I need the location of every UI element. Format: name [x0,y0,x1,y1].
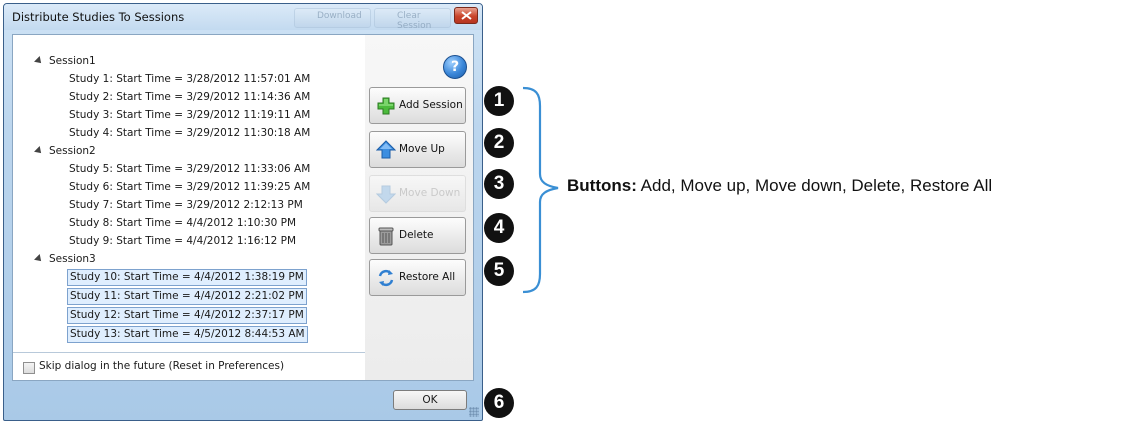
restore-all-button[interactable]: Restore All [369,259,466,296]
callout-badge-1: 1 [484,86,514,116]
callout-badge-4: 4 [484,213,514,243]
session-label: Session1 [49,55,96,67]
restore-all-label: Restore All [399,271,456,283]
study-label: Study 4: Start Time = 3/29/2012 11:30:18… [69,127,311,139]
add-session-button[interactable]: Add Session [369,87,466,124]
study-label: Study 10: Start Time = 4/4/2012 1:38:19 … [67,269,307,286]
study-label: Study 7: Start Time = 3/29/2012 2:12:13 … [69,199,303,211]
study-label: Study 11: Start Time = 4/4/2012 2:21:02 … [67,288,307,305]
clear-session-button-label: Clear Session [397,11,432,31]
callout-badge-3: 3 [484,169,514,199]
dialog-footer: Skip dialog in the future (Reset in Pref… [13,352,365,381]
download-button: Download [294,8,371,28]
clear-session-button: Clear Session [374,8,451,31]
resize-grip[interactable] [469,407,479,417]
caption-text: Add, Move up, Move down, Delete, Restore… [636,176,993,195]
move-down-label: Move Down [399,187,461,199]
arrow-down-icon [376,185,396,204]
trash-icon [378,227,394,246]
download-button-label: Download [317,11,362,21]
expand-caret-icon[interactable] [34,146,44,156]
dialog-client-area: Session1 Study 1: Start Time = 3/28/2012… [12,34,474,381]
window-title: Distribute Studies To Sessions [12,10,185,24]
session-label: Session2 [49,145,96,157]
skip-dialog-label[interactable]: Skip dialog in the future (Reset in Pref… [39,360,284,372]
study-label: Study 8: Start Time = 4/4/2012 1:10:30 P… [69,217,297,229]
move-up-label: Move Up [399,143,445,155]
move-down-button[interactable]: Move Down [369,175,466,212]
curly-brace [522,86,559,294]
callout-badge-6: 6 [484,388,514,418]
study-label: Study 12: Start Time = 4/4/2012 2:37:17 … [67,307,307,324]
skip-dialog-checkbox[interactable] [23,362,35,374]
add-session-label: Add Session [399,99,463,111]
study-label: Study 9: Start Time = 4/4/2012 1:16:12 P… [69,235,297,247]
study-label: Study 5: Start Time = 3/29/2012 11:33:06… [69,163,311,175]
help-icon[interactable]: ? [443,55,467,79]
action-panel: ? Add Session Move Up Move Down Delete R… [365,35,473,380]
callout-badge-5: 5 [484,256,514,286]
refresh-icon [378,269,394,287]
arrow-up-icon [376,140,396,159]
delete-label: Delete [399,229,434,241]
plus-icon [377,97,395,115]
move-up-button[interactable]: Move Up [369,131,466,168]
buttons-caption: Buttons: Add, Move up, Move down, Delete… [567,176,992,196]
dialog-window: Distribute Studies To Sessions Download … [3,3,483,421]
close-button[interactable] [454,7,478,24]
title-bar: Distribute Studies To Sessions Download … [4,4,482,31]
ok-button[interactable]: OK [393,390,467,410]
delete-button[interactable]: Delete [369,217,466,254]
session-tree[interactable]: Session1 Study 1: Start Time = 3/28/2012… [13,35,366,352]
session-label: Session3 [49,253,96,265]
expand-caret-icon[interactable] [34,56,44,66]
close-icon [461,11,472,20]
study-label: Study 6: Start Time = 3/29/2012 11:39:25… [69,181,311,193]
study-label: Study 2: Start Time = 3/29/2012 11:14:36… [69,91,311,103]
study-label: Study 3: Start Time = 3/29/2012 11:19:11… [69,109,311,121]
study-label: Study 13: Start Time = 4/5/2012 8:44:53 … [67,326,308,343]
caption-bold-label: Buttons: [567,176,637,195]
study-label: Study 1: Start Time = 3/28/2012 11:57:01… [69,73,311,85]
expand-caret-icon[interactable] [34,254,44,264]
callout-badge-2: 2 [484,128,514,158]
